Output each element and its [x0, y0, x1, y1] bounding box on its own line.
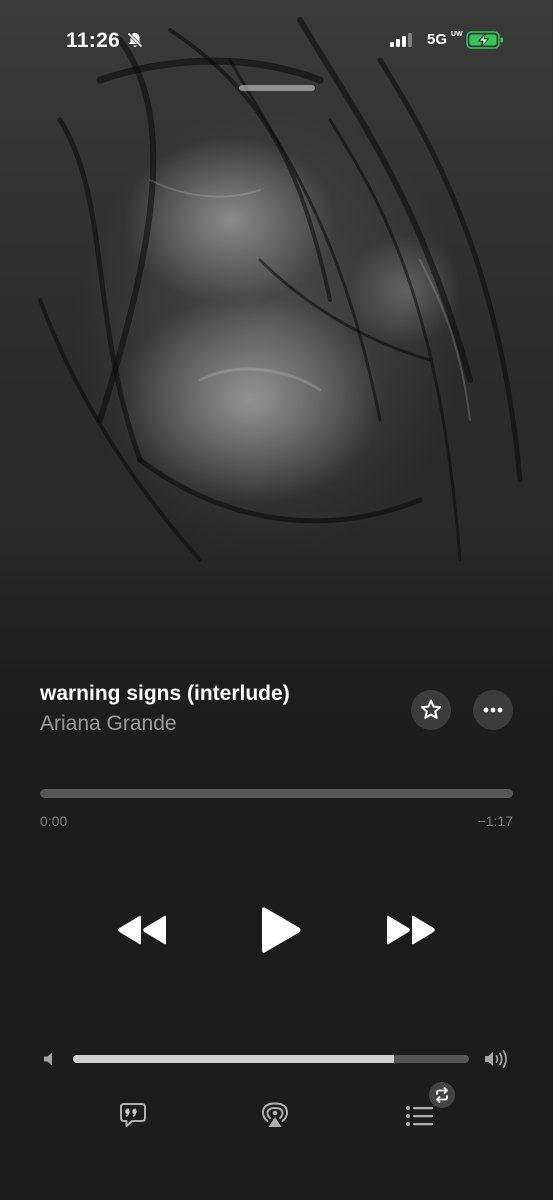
rewind-icon[interactable]	[114, 910, 170, 950]
bell-slash-icon	[127, 32, 143, 48]
network-type: 5G	[427, 31, 448, 48]
favorite-button[interactable]	[411, 690, 451, 730]
speaker-high-icon	[485, 1050, 507, 1068]
album-artwork	[0, 0, 553, 800]
volume-slider[interactable]	[73, 1055, 469, 1063]
fast-forward-icon[interactable]	[383, 910, 439, 950]
airplay-audio-icon[interactable]	[260, 1100, 290, 1130]
ellipsis-icon	[483, 707, 503, 713]
playback-progress-slider[interactable]	[40, 789, 513, 798]
speaker-low-icon	[44, 1052, 52, 1066]
elapsed-time: 0:00	[40, 813, 68, 829]
cellular-signal-icon	[390, 33, 412, 47]
status-time: 11:26	[66, 29, 121, 52]
artwork-fade	[0, 520, 553, 800]
play-icon[interactable]	[254, 904, 304, 956]
repeat-badge[interactable]	[429, 1082, 455, 1108]
star-icon	[420, 699, 442, 719]
battery-charging-icon	[466, 31, 503, 49]
status-bar: 11:26 5G UW	[0, 0, 553, 80]
lyrics-quote-bubble-icon[interactable]	[118, 1100, 148, 1130]
volume-fill	[73, 1055, 394, 1063]
track-artist[interactable]: Ariana Grande	[40, 712, 177, 736]
network-suffix: UW	[451, 31, 463, 38]
more-options-button[interactable]	[473, 690, 513, 730]
repeat-icon	[436, 1087, 448, 1103]
remaining-time: −1:17	[477, 813, 513, 829]
track-title: warning signs (interlude)	[40, 682, 290, 705]
sheet-grabber[interactable]	[239, 85, 315, 91]
